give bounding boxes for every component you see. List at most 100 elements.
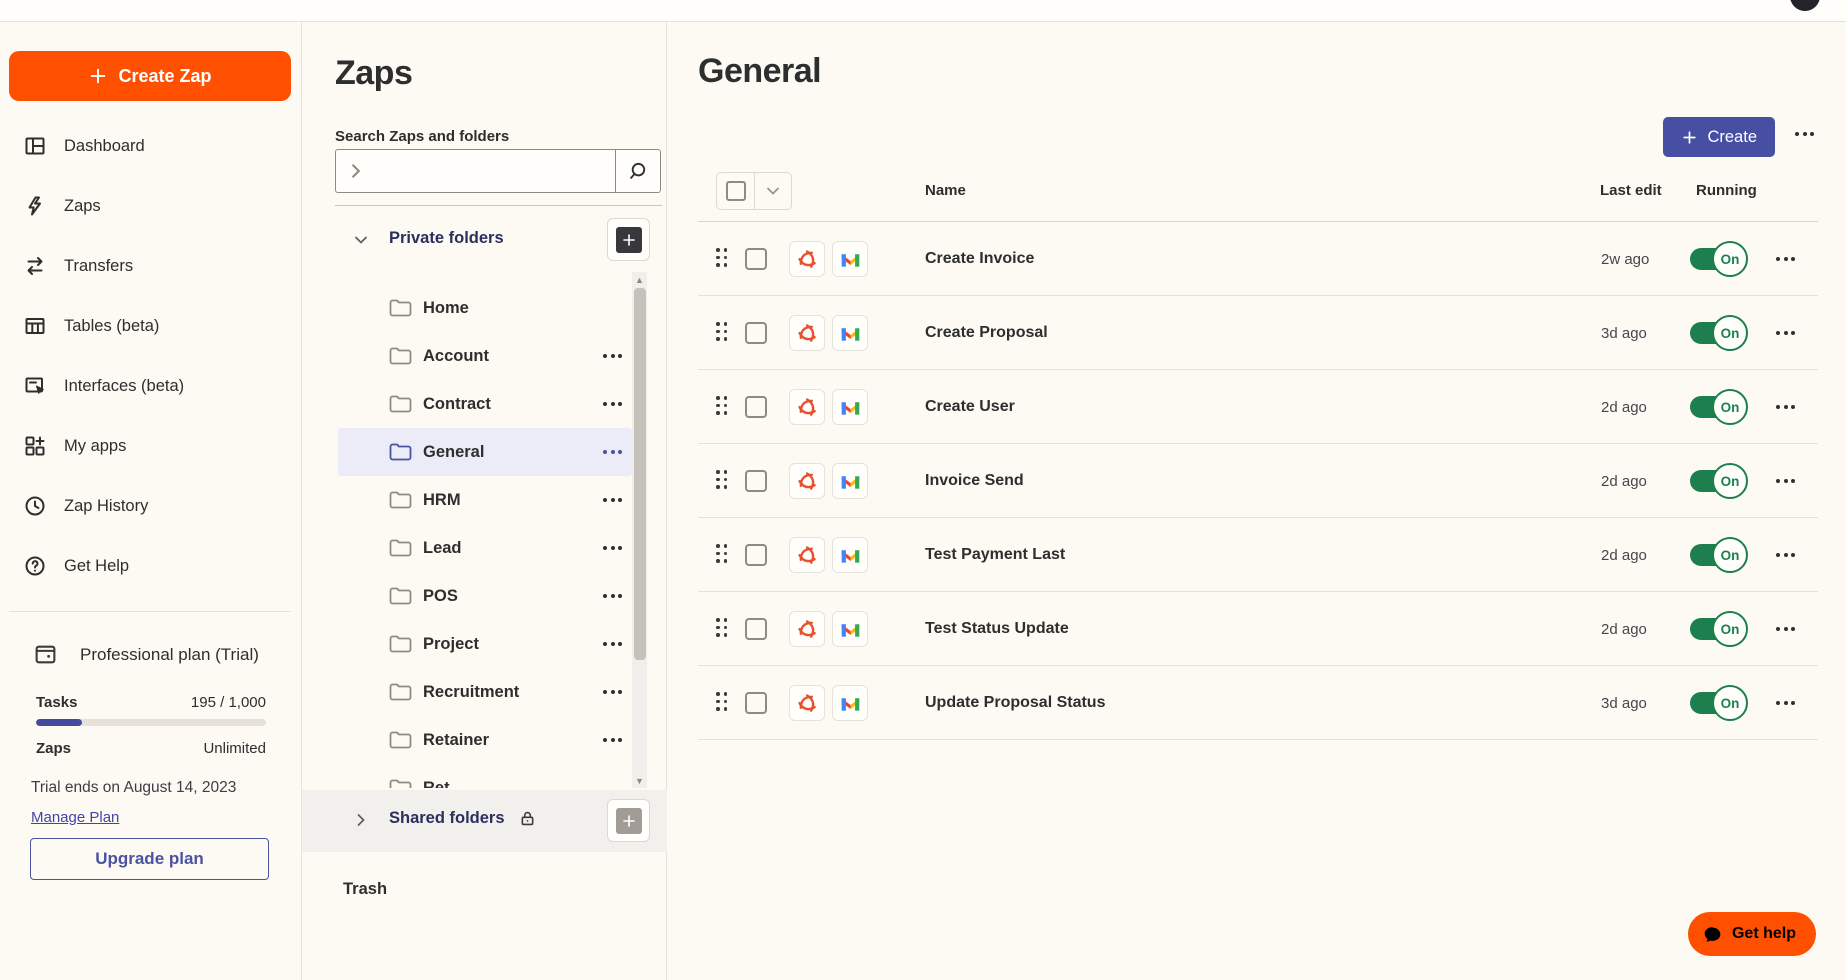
- divider: [335, 205, 662, 206]
- drag-handle-icon[interactable]: [716, 618, 728, 637]
- sidebar-item-tables-beta[interactable]: Tables (beta): [0, 296, 301, 356]
- sidebar-item-zaps[interactable]: Zaps: [0, 176, 301, 236]
- folder-label: Account: [423, 346, 489, 365]
- folder-options-menu[interactable]: [603, 402, 622, 406]
- folder-options-menu[interactable]: [603, 450, 622, 454]
- zap-row-create-user[interactable]: Create User 2d ago On: [698, 370, 1818, 444]
- add-shared-folder-button[interactable]: [607, 799, 650, 842]
- zap-name[interactable]: Test Status Update: [925, 620, 1069, 638]
- zap-row-test-status-update[interactable]: Test Status Update 2d ago On: [698, 592, 1818, 666]
- sidebar-item-get-help[interactable]: Get Help: [0, 536, 301, 596]
- gmail-icon: [839, 396, 862, 419]
- sidebar-item-my-apps[interactable]: My apps: [0, 416, 301, 476]
- folder-options-menu[interactable]: [603, 546, 622, 550]
- running-toggle[interactable]: On: [1690, 389, 1748, 425]
- add-private-folder-button[interactable]: [607, 218, 650, 261]
- zap-options-menu[interactable]: [1776, 553, 1795, 557]
- chevron-right-icon[interactable]: [353, 812, 369, 828]
- running-toggle[interactable]: On: [1690, 685, 1748, 721]
- folder-options-menu[interactable]: [603, 738, 622, 742]
- folder-options-menu[interactable]: [603, 594, 622, 598]
- row-checkbox[interactable]: [745, 396, 767, 418]
- sidebar-item-interfaces-beta[interactable]: Interfaces (beta): [0, 356, 301, 416]
- sidebar-item-transfers[interactable]: Transfers: [0, 236, 301, 296]
- create-zap-button[interactable]: Create Zap: [9, 51, 291, 101]
- zap-options-menu[interactable]: [1776, 479, 1795, 483]
- drag-handle-icon[interactable]: [716, 248, 728, 267]
- folder-options-menu[interactable]: [603, 690, 622, 694]
- create-button-label: Create: [1707, 127, 1757, 146]
- folder-item-home[interactable]: Home: [338, 284, 632, 332]
- freshworks-icon: [796, 470, 819, 493]
- running-toggle[interactable]: On: [1690, 611, 1748, 647]
- drag-handle-icon[interactable]: [716, 544, 728, 563]
- row-checkbox[interactable]: [745, 248, 767, 270]
- zap-name[interactable]: Create Proposal: [925, 324, 1048, 342]
- manage-plan-link[interactable]: Manage Plan: [31, 809, 119, 826]
- folder-options-menu[interactable]: [1795, 132, 1814, 136]
- zap-row-invoice-send[interactable]: Invoice Send 2d ago On: [698, 444, 1818, 518]
- zap-options-menu[interactable]: [1776, 405, 1795, 409]
- zap-options-menu[interactable]: [1776, 331, 1795, 335]
- sidebar-item-dashboard[interactable]: Dashboard: [0, 116, 301, 176]
- get-help-button[interactable]: Get help: [1687, 912, 1816, 956]
- zap-name[interactable]: Update Proposal Status: [925, 694, 1105, 712]
- shared-folders-label: Shared folders: [389, 809, 505, 827]
- page-title: General: [698, 52, 822, 90]
- zap-row-create-invoice[interactable]: Create Invoice 2w ago On: [698, 222, 1818, 296]
- sidebar-item-label: My apps: [64, 436, 127, 455]
- drag-handle-icon[interactable]: [716, 396, 728, 415]
- drag-handle-icon[interactable]: [716, 322, 728, 341]
- folder-item-retainer[interactable]: Retainer: [338, 716, 632, 764]
- folder-item-general[interactable]: General: [338, 428, 632, 476]
- folder-options-menu[interactable]: [603, 642, 622, 646]
- zap-name[interactable]: Create User: [925, 398, 1015, 416]
- zap-options-menu[interactable]: [1776, 627, 1795, 631]
- drag-handle-icon[interactable]: [716, 692, 728, 711]
- row-checkbox[interactable]: [745, 470, 767, 492]
- create-button[interactable]: Create: [1663, 117, 1775, 157]
- folder-options-menu[interactable]: [603, 354, 622, 358]
- row-checkbox[interactable]: [745, 544, 767, 566]
- row-checkbox[interactable]: [745, 618, 767, 640]
- running-toggle[interactable]: On: [1690, 537, 1748, 573]
- zap-name[interactable]: Test Payment Last: [925, 546, 1065, 564]
- scrollbar-thumb[interactable]: [633, 288, 646, 660]
- running-toggle[interactable]: On: [1690, 241, 1748, 277]
- zap-name[interactable]: Create Invoice: [925, 250, 1034, 268]
- folder-item-contract[interactable]: Contract: [338, 380, 632, 428]
- running-toggle[interactable]: On: [1690, 315, 1748, 351]
- tasks-progress-bar: [36, 719, 266, 726]
- search-button[interactable]: [615, 149, 661, 193]
- folder-item-recruitment[interactable]: Recruitment: [338, 668, 632, 716]
- user-avatar[interactable]: [1790, 0, 1820, 11]
- trash-link[interactable]: Trash: [343, 880, 387, 899]
- select-all-checkbox[interactable]: [717, 173, 754, 209]
- row-checkbox[interactable]: [745, 322, 767, 344]
- folder-item-project[interactable]: Project: [338, 620, 632, 668]
- scroll-up-icon[interactable]: ▲: [632, 272, 647, 287]
- running-toggle[interactable]: On: [1690, 463, 1748, 499]
- zap-row-create-proposal[interactable]: Create Proposal 3d ago On: [698, 296, 1818, 370]
- sidebar-item-zap-history[interactable]: Zap History: [0, 476, 301, 536]
- zap-row-update-proposal-status[interactable]: Update Proposal Status 3d ago On: [698, 666, 1818, 740]
- row-checkbox[interactable]: [745, 692, 767, 714]
- folder-item-account[interactable]: Account: [338, 332, 632, 380]
- folder-options-menu[interactable]: [603, 498, 622, 502]
- zap-options-menu[interactable]: [1776, 257, 1795, 261]
- folder-scrollbar[interactable]: ▲ ▼: [632, 272, 647, 788]
- zap-row-test-payment-last[interactable]: Test Payment Last 2d ago On: [698, 518, 1818, 592]
- scroll-down-icon[interactable]: ▼: [632, 773, 647, 788]
- folder-item-hrm[interactable]: HRM: [338, 476, 632, 524]
- drag-handle-icon[interactable]: [716, 470, 728, 489]
- folder-item-pos[interactable]: POS: [338, 572, 632, 620]
- zap-name[interactable]: Invoice Send: [925, 472, 1024, 490]
- chevron-down-icon[interactable]: [353, 232, 369, 248]
- folder-item-ret[interactable]: Ret: [338, 764, 632, 788]
- upgrade-plan-button[interactable]: Upgrade plan: [30, 838, 269, 880]
- folder-label: Retainer: [423, 730, 490, 749]
- search-input[interactable]: [335, 149, 615, 193]
- folder-item-lead[interactable]: Lead: [338, 524, 632, 572]
- select-menu-chevron[interactable]: [754, 173, 791, 209]
- zap-options-menu[interactable]: [1776, 701, 1795, 705]
